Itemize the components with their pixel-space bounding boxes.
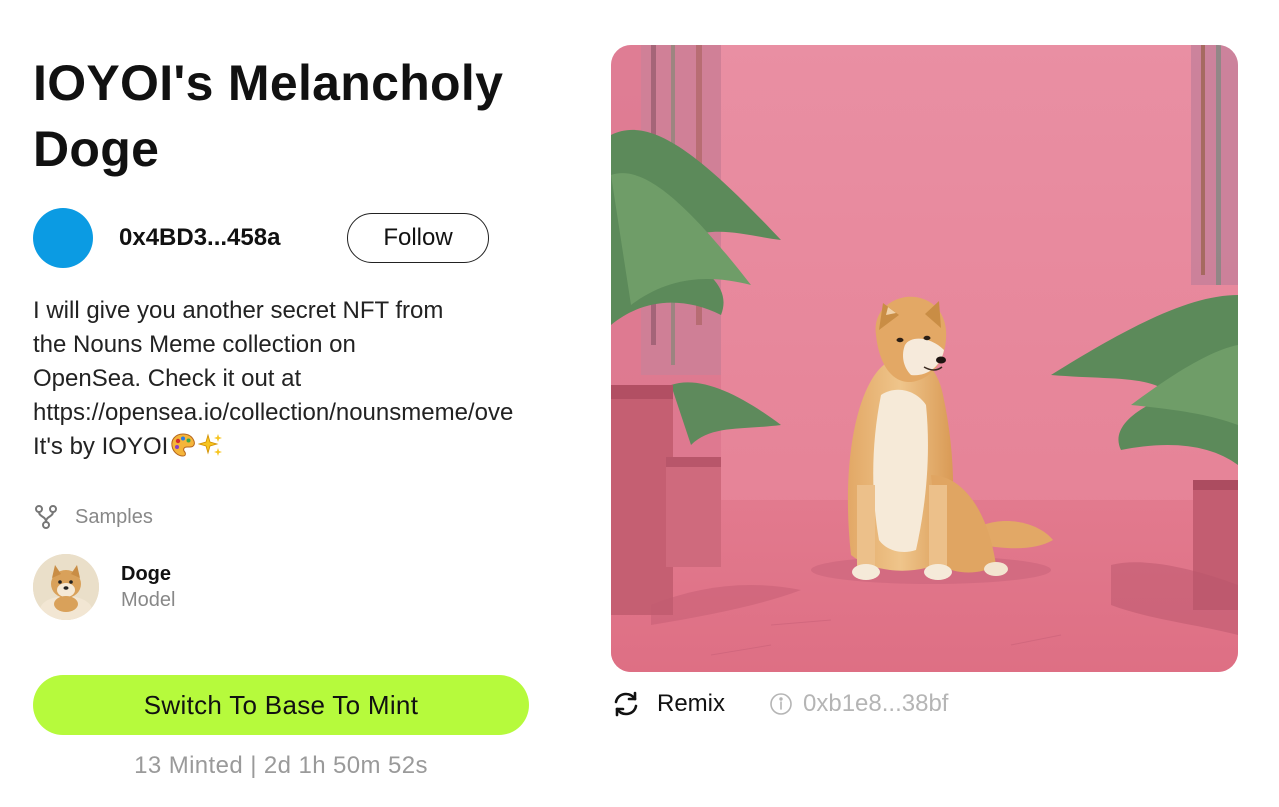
description-line: It's by IOYOI: [33, 433, 169, 460]
follow-button[interactable]: Follow: [347, 213, 489, 263]
description: I will give you another secret NFT from …: [33, 294, 609, 464]
creator-name[interactable]: 0x4BD3...458a: [119, 224, 347, 252]
left-panel: IOYOI's Melancholy Doge 0x4BD3...458a Fo…: [33, 50, 609, 779]
fork-icon: [35, 505, 57, 529]
model-type: Model: [121, 589, 176, 611]
description-link[interactable]: https://opensea.io/collection/nounsmeme/…: [33, 399, 513, 426]
token-address[interactable]: 0xb1e8...38bf: [769, 690, 948, 718]
page-title: IOYOI's Melancholy Doge: [33, 55, 504, 177]
artist-palette-icon: [171, 433, 196, 457]
refresh-icon: [614, 691, 638, 717]
token-address-text: 0xb1e8...38bf: [803, 690, 949, 717]
remix-label: Remix: [657, 690, 726, 717]
description-line: the Nouns Meme collection on: [33, 331, 356, 358]
creator-avatar[interactable]: [33, 208, 93, 268]
doge-artwork-image[interactable]: [611, 45, 1238, 672]
creator-row: 0x4BD3...458a Follow: [33, 208, 523, 268]
mint-button[interactable]: Switch To Base To Mint: [33, 675, 529, 735]
description-line: OpenSea. Check it out at: [33, 365, 302, 392]
mint-status: 13 Minted | 2d 1h 50m 52s: [134, 752, 428, 779]
remix-button[interactable]: Remix: [611, 689, 725, 719]
model-row[interactable]: Doge Model: [33, 554, 175, 620]
model-name: Doge: [121, 563, 171, 585]
samples-row: Samples: [33, 504, 153, 530]
artwork-actions: Remix 0xb1e8...38bf: [611, 684, 948, 724]
samples-label: Samples: [75, 505, 153, 528]
description-line: I will give you another secret NFT from: [33, 297, 444, 324]
sparkles-icon: [198, 433, 223, 456]
model-thumbnail[interactable]: [33, 554, 99, 620]
info-icon: [770, 693, 792, 715]
model-info: Doge Model: [121, 561, 175, 613]
